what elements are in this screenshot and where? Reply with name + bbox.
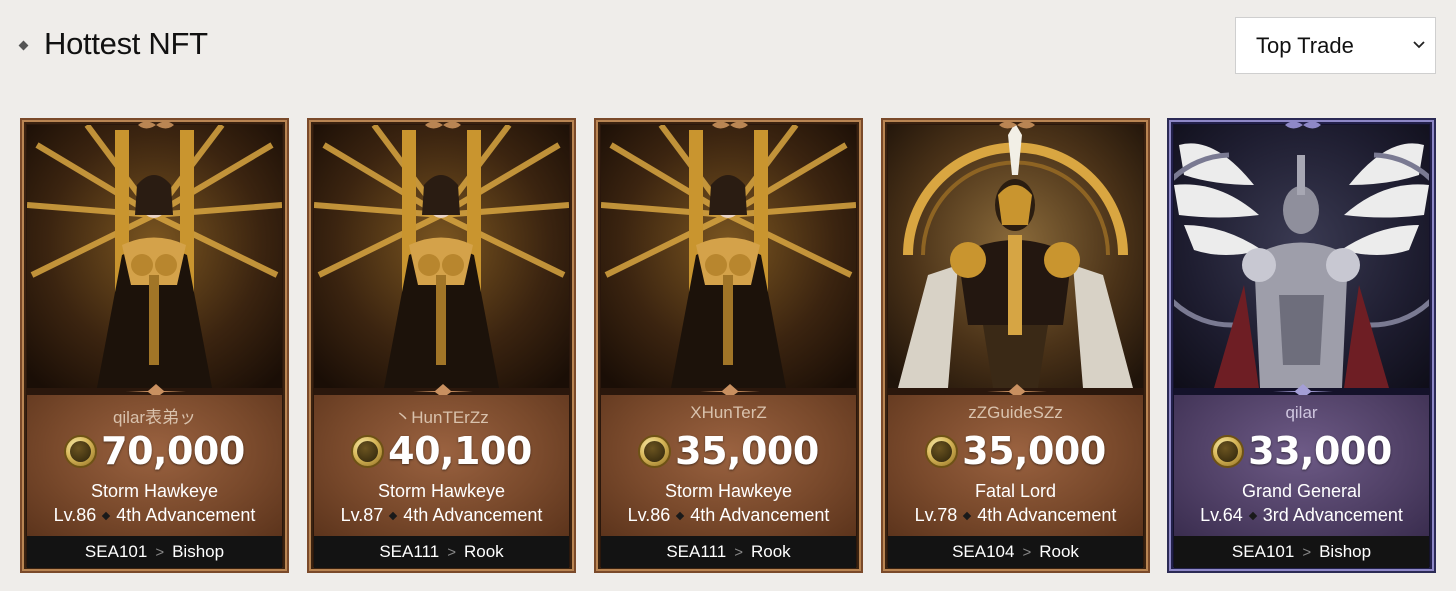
chevron-right-icon: >: [734, 543, 743, 561]
frame-ornament-icon: [138, 121, 174, 129]
card-info-panel: zZGuideSZz 35,000 Fatal Lord Lv.78 4th A…: [888, 395, 1143, 536]
separator-diamond-icon: [389, 511, 398, 520]
nft-card[interactable]: qilar表弟ッ 70,000 Storm Hawkeye Lv.86 4th …: [20, 118, 289, 573]
level-value: Lv.86: [627, 505, 671, 525]
page-title: Hottest NFT: [44, 26, 208, 61]
frame-ornament-icon: [425, 121, 461, 129]
level-row: Lv.86 4th Advancement: [601, 505, 856, 526]
character-class: Storm Hawkeye: [377, 481, 506, 501]
server-bar: SEA111 > Rook: [601, 536, 856, 568]
advancement-value: 4th Advancement: [403, 505, 543, 525]
nft-card[interactable]: 丶HunTErZz 40,100 Storm Hawkeye Lv.87 4th…: [307, 118, 576, 573]
price-value: 35,000: [962, 429, 1106, 473]
level-row: Lv.87 4th Advancement: [314, 505, 569, 526]
card-info-panel: qilar表弟ッ 70,000 Storm Hawkeye Lv.86 4th …: [27, 395, 282, 536]
server-bar: SEA104 > Rook: [888, 536, 1143, 568]
server-name: SEA104: [952, 542, 1015, 561]
character-portrait: [888, 125, 1143, 388]
level-value: Lv.64: [1200, 505, 1243, 525]
role-name: Rook: [750, 542, 791, 561]
server-bar: SEA111 > Rook: [314, 536, 569, 568]
coin-icon: [925, 434, 959, 468]
card-info-panel: 丶HunTErZz 40,100 Storm Hawkeye Lv.87 4th…: [314, 395, 569, 536]
server-name: SEA101: [84, 542, 148, 561]
advancement-value: 4th Advancement: [116, 505, 256, 525]
frame-ornament-icon: [712, 121, 748, 129]
level-value: Lv.78: [914, 505, 958, 525]
nft-card[interactable]: qilar 33,000 Grand General Lv.64 3rd Adv…: [1167, 118, 1436, 573]
role-name: Bishop: [1319, 542, 1372, 561]
level-row: Lv.78 4th Advancement: [888, 505, 1143, 526]
nft-card[interactable]: XHunTerZ 35,000 Storm Hawkeye Lv.86 4th …: [594, 118, 863, 573]
level-row: Lv.86 4th Advancement: [27, 505, 282, 526]
level-row: Lv.64 3rd Advancement: [1174, 505, 1429, 526]
chevron-right-icon: >: [447, 543, 456, 561]
character-class: Fatal Lord: [974, 481, 1057, 501]
separator-diamond-icon: [676, 511, 685, 520]
coin-icon: [64, 434, 98, 468]
coin-icon: [1211, 434, 1245, 468]
owner-name: XHunTerZ: [690, 403, 767, 422]
character-class: Storm Hawkeye: [664, 481, 793, 501]
server-bar: SEA101 > Bishop: [1174, 536, 1429, 568]
chevron-down-icon: [1413, 41, 1425, 49]
coin-icon: [638, 434, 672, 468]
owner-name: 丶HunTErZz: [394, 408, 489, 427]
level-value: Lv.86: [53, 505, 97, 525]
character-portrait: [27, 125, 282, 388]
owner-name: zZGuideSZz: [968, 403, 1063, 422]
character-portrait: [601, 125, 856, 388]
character-portrait: [314, 125, 569, 388]
price-value: 33,000: [1248, 429, 1392, 473]
role-name: Rook: [463, 542, 504, 561]
sort-selected-value: Top Trade: [1256, 32, 1354, 58]
level-value: Lv.87: [340, 505, 384, 525]
owner-name: qilar表弟ッ: [112, 408, 197, 427]
character-class: Grand General: [1241, 481, 1362, 501]
frame-ornament-icon: [1285, 121, 1321, 129]
title-bullet-icon: [18, 40, 29, 51]
price-row: 33,000: [1174, 429, 1429, 473]
character-portrait: [1174, 125, 1429, 388]
price-value: 70,000: [101, 429, 245, 473]
chevron-right-icon: >: [155, 543, 165, 561]
chevron-right-icon: >: [1022, 543, 1032, 561]
price-row: 40,100: [314, 429, 569, 473]
role-name: Rook: [1039, 542, 1079, 561]
advancement-value: 4th Advancement: [690, 505, 830, 525]
separator-diamond-icon: [102, 511, 111, 520]
frame-ornament-icon: [999, 121, 1035, 129]
server-name: SEA111: [379, 542, 440, 561]
server-bar: SEA101 > Bishop: [27, 536, 282, 568]
owner-name: qilar: [1285, 403, 1318, 422]
role-name: Bishop: [172, 542, 225, 561]
price-row: 35,000: [601, 429, 856, 473]
advancement-value: 3rd Advancement: [1262, 505, 1403, 525]
server-name: SEA101: [1231, 542, 1295, 561]
advancement-value: 4th Advancement: [977, 505, 1117, 525]
sort-dropdown[interactable]: Top Trade: [1235, 17, 1436, 74]
chevron-right-icon: >: [1302, 543, 1312, 561]
server-name: SEA111: [666, 542, 727, 561]
separator-diamond-icon: [963, 511, 972, 520]
separator-diamond-icon: [1248, 511, 1258, 520]
card-info-panel: XHunTerZ 35,000 Storm Hawkeye Lv.86 4th …: [601, 395, 856, 536]
price-value: 35,000: [675, 429, 819, 473]
card-info-panel: qilar 33,000 Grand General Lv.64 3rd Adv…: [1174, 395, 1429, 536]
coin-icon: [351, 434, 385, 468]
character-class: Storm Hawkeye: [90, 481, 219, 501]
price-value: 40,100: [388, 429, 532, 473]
price-row: 70,000: [27, 429, 282, 473]
price-row: 35,000: [888, 429, 1143, 473]
nft-card[interactable]: zZGuideSZz 35,000 Fatal Lord Lv.78 4th A…: [881, 118, 1150, 573]
